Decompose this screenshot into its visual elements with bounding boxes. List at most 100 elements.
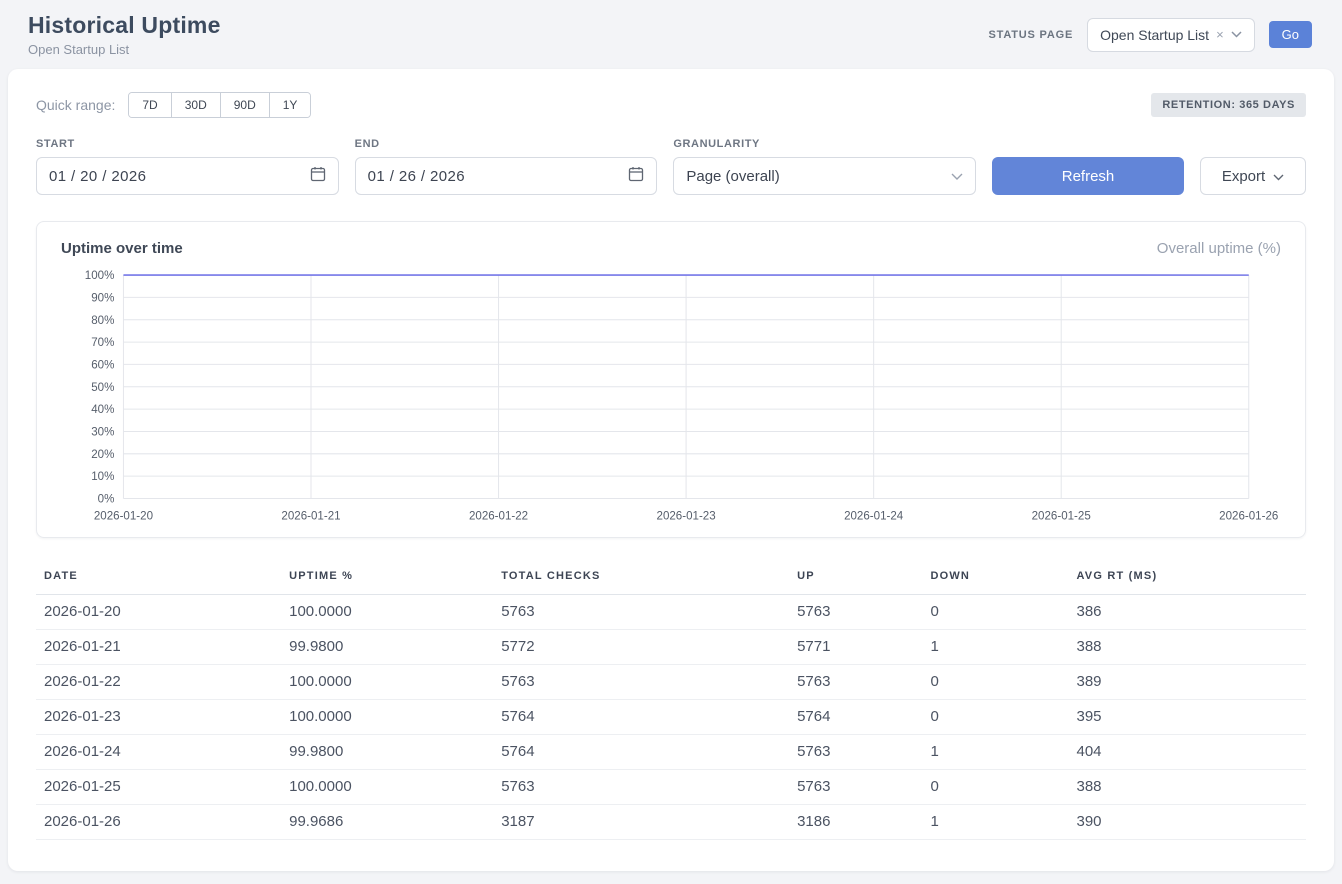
quick-range-group: 7D30D90D1Y <box>128 92 311 118</box>
quick-range-label: Quick range: <box>36 97 115 113</box>
clear-icon[interactable]: × <box>1216 28 1224 41</box>
status-page-selected-value: Open Startup List <box>1100 27 1209 43</box>
table-cell: 2026-01-22 <box>36 664 281 699</box>
table-cell: 99.9686 <box>281 804 493 839</box>
start-date-value: 01 / 20 / 2026 <box>49 168 146 185</box>
end-date-field: END 01 / 26 / 2026 <box>355 138 658 195</box>
svg-text:2026-01-23: 2026-01-23 <box>657 511 716 523</box>
start-date-field: START 01 / 20 / 2026 <box>36 138 339 195</box>
table-row: 2026-01-20100.0000576357630386 <box>36 594 1306 629</box>
svg-text:30%: 30% <box>91 426 114 438</box>
table-row: 2026-01-2199.9800577257711388 <box>36 629 1306 664</box>
svg-text:60%: 60% <box>91 359 114 371</box>
svg-text:50%: 50% <box>91 382 114 394</box>
quick-range-button-1y[interactable]: 1Y <box>269 93 311 117</box>
table-cell: 0 <box>922 664 1068 699</box>
calendar-icon[interactable] <box>628 166 644 186</box>
filter-form: START 01 / 20 / 2026 END 01 / 26 / 2026 … <box>36 138 1306 195</box>
svg-text:2026-01-21: 2026-01-21 <box>281 511 340 523</box>
start-date-label: START <box>36 138 339 150</box>
uptime-chart-card: Uptime over time Overall uptime (%) 0%10… <box>36 221 1306 538</box>
table-cell: 0 <box>922 594 1068 629</box>
table-cell: 3187 <box>493 804 789 839</box>
granularity-label: GRANULARITY <box>673 138 976 150</box>
quick-range-button-90d[interactable]: 90D <box>220 93 269 117</box>
table-cell: 100.0000 <box>281 769 493 804</box>
uptime-table: DATEUPTIME %TOTAL CHECKSUPDOWNAVG RT (MS… <box>36 562 1306 840</box>
status-page-select[interactable]: Open Startup List × <box>1087 18 1255 52</box>
chart-legend: Overall uptime (%) <box>1157 240 1281 257</box>
table-cell: 395 <box>1068 699 1306 734</box>
granularity-select[interactable]: Page (overall) <box>673 157 976 195</box>
table-cell: 390 <box>1068 804 1306 839</box>
status-page-label: STATUS PAGE <box>989 29 1074 41</box>
quick-range-button-30d[interactable]: 30D <box>171 93 220 117</box>
table-cell: 5771 <box>789 629 922 664</box>
table-cell: 100.0000 <box>281 699 493 734</box>
granularity-selected-value: Page (overall) <box>686 168 779 185</box>
table-cell: 1 <box>922 629 1068 664</box>
granularity-field: GRANULARITY Page (overall) <box>673 138 976 195</box>
table-cell: 5764 <box>493 734 789 769</box>
svg-text:90%: 90% <box>91 292 114 304</box>
table-header: DATEUPTIME %TOTAL CHECKSUPDOWNAVG RT (MS… <box>36 562 1306 595</box>
table-cell: 5763 <box>789 664 922 699</box>
page-header: Historical Uptime Open Startup List STAT… <box>0 0 1342 67</box>
table-cell: 386 <box>1068 594 1306 629</box>
table-cell: 2026-01-25 <box>36 769 281 804</box>
uptime-chart: 0%10%20%30%40%50%60%70%80%90%100%2026-01… <box>59 267 1283 527</box>
uptime-line-chart: 0%10%20%30%40%50%60%70%80%90%100%2026-01… <box>59 267 1283 527</box>
table-cell: 5763 <box>493 664 789 699</box>
chevron-down-icon <box>1273 168 1284 185</box>
end-date-value: 01 / 26 / 2026 <box>368 168 465 185</box>
svg-text:80%: 80% <box>91 315 114 327</box>
svg-text:2026-01-26: 2026-01-26 <box>1219 511 1278 523</box>
table-cell: 5772 <box>493 629 789 664</box>
table-cell: 0 <box>922 699 1068 734</box>
end-date-input[interactable]: 01 / 26 / 2026 <box>355 157 658 195</box>
title-block: Historical Uptime Open Startup List <box>28 12 221 57</box>
chevron-down-icon <box>951 168 963 185</box>
table-cell: 99.9800 <box>281 629 493 664</box>
start-date-input[interactable]: 01 / 20 / 2026 <box>36 157 339 195</box>
table-cell: 5764 <box>493 699 789 734</box>
table-row: 2026-01-22100.0000576357630389 <box>36 664 1306 699</box>
table-cell: 5764 <box>789 699 922 734</box>
table-cell: 100.0000 <box>281 664 493 699</box>
table-column-header: AVG RT (MS) <box>1068 562 1306 595</box>
table-body: 2026-01-20100.00005763576303862026-01-21… <box>36 594 1306 839</box>
svg-text:0%: 0% <box>98 494 115 506</box>
table-column-header: UP <box>789 562 922 595</box>
table-cell: 99.9800 <box>281 734 493 769</box>
table-cell: 5763 <box>789 594 922 629</box>
svg-text:2026-01-25: 2026-01-25 <box>1032 511 1091 523</box>
svg-text:2026-01-20: 2026-01-20 <box>94 511 153 523</box>
table-cell: 389 <box>1068 664 1306 699</box>
retention-badge: RETENTION: 365 DAYS <box>1151 93 1306 117</box>
table-row: 2026-01-23100.0000576457640395 <box>36 699 1306 734</box>
calendar-icon[interactable] <box>310 166 326 186</box>
page-subtitle: Open Startup List <box>28 42 221 57</box>
export-button-label: Export <box>1222 168 1265 185</box>
svg-text:20%: 20% <box>91 449 114 461</box>
export-button[interactable]: Export <box>1200 157 1306 195</box>
table-row: 2026-01-2699.9686318731861390 <box>36 804 1306 839</box>
table-column-header: TOTAL CHECKS <box>493 562 789 595</box>
table-column-header: DOWN <box>922 562 1068 595</box>
table-cell: 2026-01-21 <box>36 629 281 664</box>
quick-range-row: Quick range: 7D30D90D1Y RETENTION: 365 D… <box>36 92 1306 118</box>
refresh-button[interactable]: Refresh <box>992 157 1184 195</box>
page-title: Historical Uptime <box>28 12 221 39</box>
table-cell: 100.0000 <box>281 594 493 629</box>
table-cell: 2026-01-23 <box>36 699 281 734</box>
quick-range-button-7d[interactable]: 7D <box>129 93 170 117</box>
go-button[interactable]: Go <box>1269 21 1312 48</box>
table-cell: 2026-01-20 <box>36 594 281 629</box>
table-cell: 1 <box>922 734 1068 769</box>
table-cell: 404 <box>1068 734 1306 769</box>
table-cell: 388 <box>1068 629 1306 664</box>
chevron-down-icon <box>1231 31 1242 38</box>
table-cell: 5763 <box>789 734 922 769</box>
table-row: 2026-01-25100.0000576357630388 <box>36 769 1306 804</box>
table-cell: 5763 <box>789 769 922 804</box>
